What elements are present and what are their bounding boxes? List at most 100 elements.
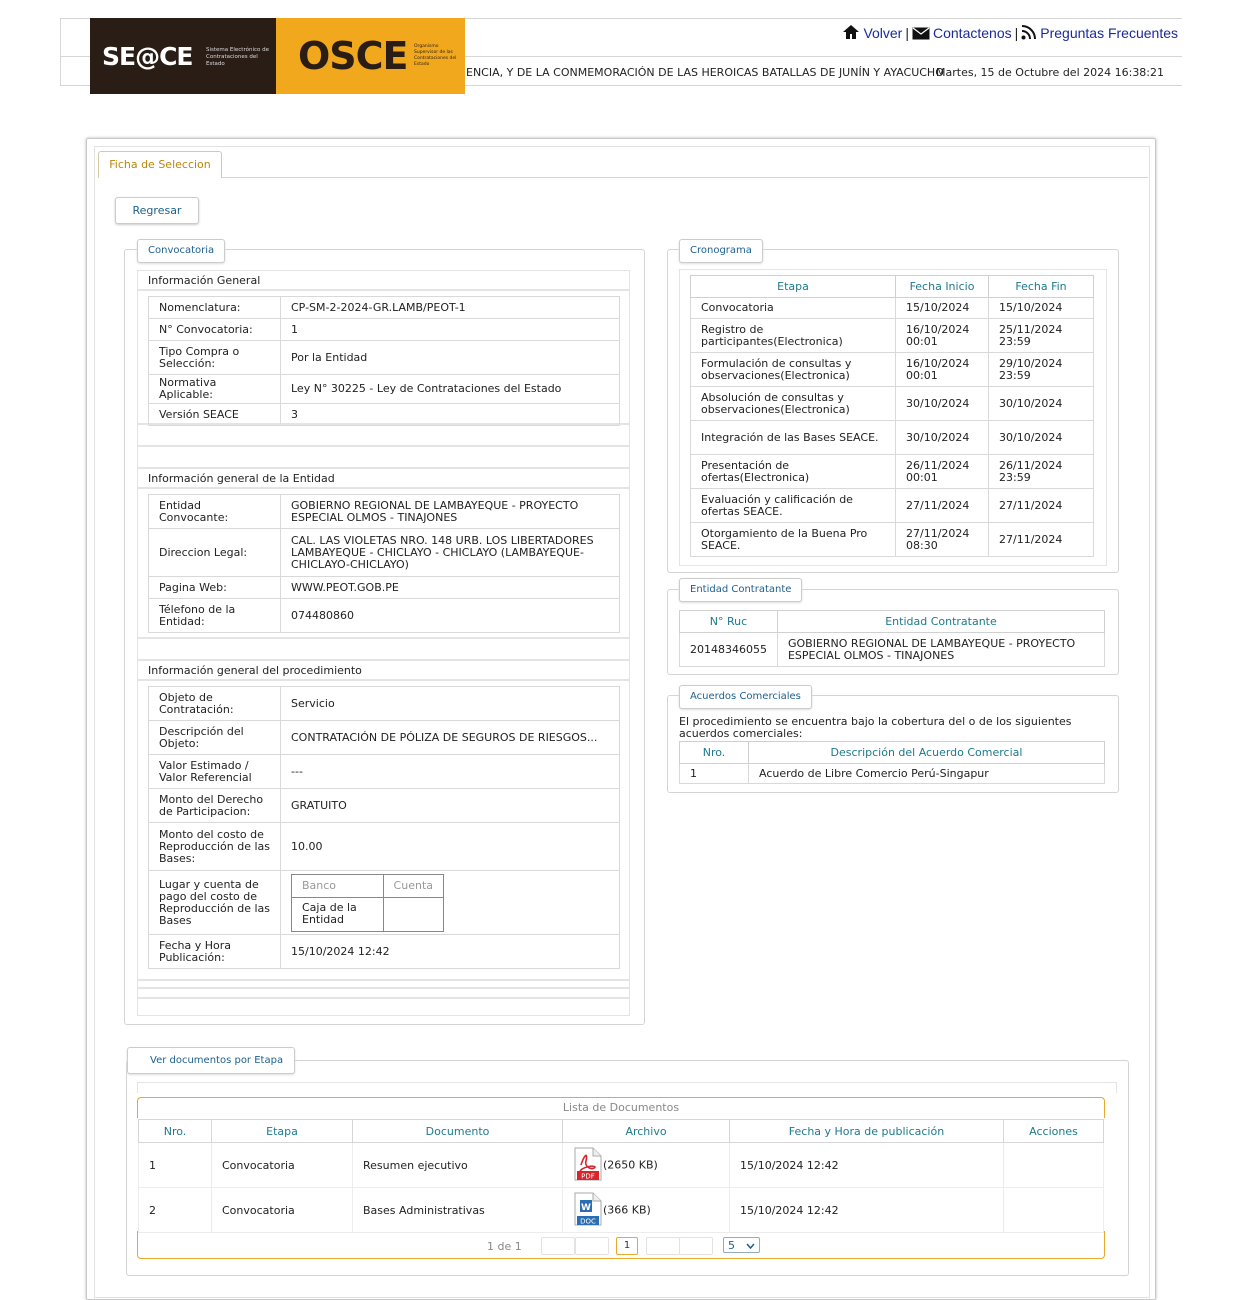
desc-cell: Acuerdo de Libre Comercio Perú-Singapur <box>748 763 1105 784</box>
table-row: 1 Acuerdo de Libre Comercio Perú-Singapur <box>679 763 1105 784</box>
seace-logo-subtitle: Sistema Electrónico de Contrataciones de… <box>206 47 270 67</box>
fin-cell: 30/10/2024 <box>988 386 1094 421</box>
info-procedimiento-table: Objeto de Contratación: Servicio Descripc… <box>148 686 620 969</box>
regresar-button[interactable]: Regresar <box>115 197 199 224</box>
table-header: Etapa Fecha Inicio Fecha Fin <box>690 275 1094 298</box>
label: Télefono de la Entidad: <box>148 598 281 633</box>
info-entidad-title: Información general de la Entidad <box>137 468 630 488</box>
col-archivo: Archivo <box>562 1119 730 1143</box>
label: Objeto de Contratación: <box>148 686 281 721</box>
ver-documentos-tab[interactable]: Ver documentos por Etapa <box>127 1047 296 1074</box>
documentos-frame <box>137 1082 1117 1093</box>
fin-cell: 27/11/2024 <box>988 488 1094 523</box>
label: Versión SEACE <box>148 403 281 426</box>
label: Pagina Web: <box>148 576 281 599</box>
osce-logo[interactable]: OSCE Organismo Supervisor de las Contrat… <box>276 18 465 94</box>
value: CP-SM-2-2024-GR.LAMB/PEOT-1 <box>280 296 620 319</box>
inicio-cell: 30/10/2024 <box>895 386 989 421</box>
table-row: Presentación de ofertas(Electronica) 26/1… <box>690 454 1094 489</box>
pdf-icon-label: PDF <box>581 1172 595 1180</box>
page-size-select[interactable]: 5 <box>723 1237 760 1253</box>
value: CONTRATACIÓN DE PÓLIZA DE SEGUROS DE RIE… <box>280 720 620 755</box>
spacer-row <box>137 988 630 998</box>
col-entidad: Entidad Contratante <box>776 610 1106 633</box>
fecha-cell: 15/10/2024 12:42 <box>729 1142 1004 1188</box>
fin-cell: 26/11/2024 23:59 <box>988 454 1094 489</box>
contactenos-link[interactable]: Contactenos <box>933 25 1012 41</box>
etapa-cell: Registro de participantes(Electronica) <box>690 318 896 353</box>
pdf-icon[interactable]: PDF <box>573 1147 603 1184</box>
col-nro: Nro. <box>679 741 749 764</box>
value: 10.00 <box>280 822 620 871</box>
spacer-row <box>137 980 630 988</box>
inicio-cell: 16/10/2024 00:01 <box>895 352 989 387</box>
info-entidad-table: Entidad Convocante: GOBIERNO REGIONAL DE … <box>148 494 620 633</box>
table-row: Versión SEACE 3 <box>148 403 620 426</box>
fin-cell: 30/10/2024 <box>988 420 1094 455</box>
entidad-contratante-legend: Entidad Contratante <box>679 578 803 602</box>
col-fecha: Fecha y Hora de publicación <box>729 1119 1004 1143</box>
table-row: Pagina Web: WWW.PEOT.GOB.PE <box>148 576 620 599</box>
documento-cell: Bases Administrativas <box>352 1187 563 1233</box>
inicio-cell: 27/11/2024 <box>895 488 989 523</box>
value: GOBIERNO REGIONAL DE LAMBAYEQUE - PROYEC… <box>280 494 620 529</box>
value: WWW.PEOT.GOB.PE <box>280 576 620 599</box>
inicio-cell: 15/10/2024 <box>895 297 989 319</box>
pager-last-button[interactable] <box>679 1237 713 1255</box>
table-row: Otorgamiento de la Buena Pro SEACE. 27/11… <box>690 522 1094 557</box>
value: 074480860 <box>280 598 620 633</box>
volver-link[interactable]: Volver <box>863 25 902 41</box>
pager-first-button[interactable] <box>541 1237 575 1255</box>
value: 15/10/2024 12:42 <box>280 934 620 969</box>
pager-next-button[interactable] <box>646 1237 680 1255</box>
pago-banco: Caja de la Entidad <box>291 896 384 932</box>
entidad-cell: GOBIERNO REGIONAL DE LAMBAYEQUE - PROYEC… <box>776 632 1106 667</box>
seace-logo[interactable]: SE@CE Sistema Electrónico de Contratacio… <box>90 18 276 94</box>
etapa-cell: Convocatoria <box>211 1142 353 1188</box>
faq-link[interactable]: Preguntas Frecuentes <box>1040 25 1178 41</box>
spacer-row <box>137 638 630 660</box>
doc-icon-label: DOC <box>580 1217 596 1225</box>
spacer-row <box>137 998 630 1016</box>
acuerdos-table: Nro. Descripción del Acuerdo Comercial 1A… <box>679 741 1105 784</box>
documento-cell: Resumen ejecutivo <box>352 1142 563 1188</box>
header-border-left <box>60 18 61 86</box>
label: Fecha y Hora Publicación: <box>148 934 281 969</box>
col-fecha-fin: Fecha Fin <box>988 275 1094 298</box>
doc-icon[interactable]: W DOC <box>573 1192 603 1229</box>
table-row: Evaluación y calificación de ofertas SEA… <box>690 488 1094 523</box>
table-row: Formulación de consultas y observaciones… <box>690 352 1094 387</box>
tab-ficha-seleccion[interactable]: Ficha de Seleccion <box>98 151 222 178</box>
pago-header-cuenta: Cuenta <box>382 873 445 898</box>
label: Nomenclatura: <box>148 296 281 319</box>
header-datetime: Martes, 15 de Octubre del 2024 16:38:21 <box>936 66 1165 79</box>
etapa-cell: Presentación de ofertas(Electronica) <box>690 454 896 489</box>
top-links: Volver | Contactenos | Preguntas Frecuentes <box>842 24 1178 41</box>
etapa-cell: Convocatoria <box>211 1187 353 1233</box>
acuerdos-legend: Acuerdos Comerciales <box>679 685 812 709</box>
pago-cuenta <box>382 896 445 932</box>
table-row: Integración de las Bases SEACE. 30/10/202… <box>690 420 1094 455</box>
col-etapa: Etapa <box>211 1119 353 1143</box>
label: Descripción del Objeto: <box>148 720 281 755</box>
pager-current-page[interactable]: 1 <box>616 1237 638 1255</box>
pager-prev-button[interactable] <box>575 1237 609 1255</box>
file-size: (366 KB) <box>603 1203 651 1216</box>
col-acciones: Acciones <box>1003 1119 1104 1143</box>
table-row: Monto del Derecho de Participacion: GRATU… <box>148 788 620 823</box>
info-general-table: Nomenclatura: CP-SM-2-2024-GR.LAMB/PEOT-1… <box>148 296 620 426</box>
value: Por la Entidad <box>280 340 620 375</box>
convocatoria-legend: Convocatoria <box>137 239 226 263</box>
col-fecha-inicio: Fecha Inicio <box>895 275 989 298</box>
pago-table: Banco Cuenta Caja de la Entidad <box>291 873 445 932</box>
label: N° Convocatoria: <box>148 318 281 341</box>
label: Monto del Derecho de Participacion: <box>148 788 281 823</box>
label: Monto del costo de Reproducción de las B… <box>148 822 281 871</box>
table-row: Nomenclatura: CP-SM-2-2024-GR.LAMB/PEOT-1 <box>148 296 620 319</box>
table-row: Normativa Aplicable: Ley N° 30225 - Ley d… <box>148 374 620 404</box>
table-row: Direccion Legal: CAL. LAS VIOLETAS NRO. 1… <box>148 528 620 577</box>
page-size-value: 5 <box>728 1239 735 1252</box>
entidad-contratante-table: N° Ruc Entidad Contratante 20148346055 GOB… <box>679 610 1106 667</box>
table-row: Valor Estimado / Valor Referencial --- <box>148 754 620 789</box>
table-row: Objeto de Contratación: Servicio <box>148 686 620 721</box>
